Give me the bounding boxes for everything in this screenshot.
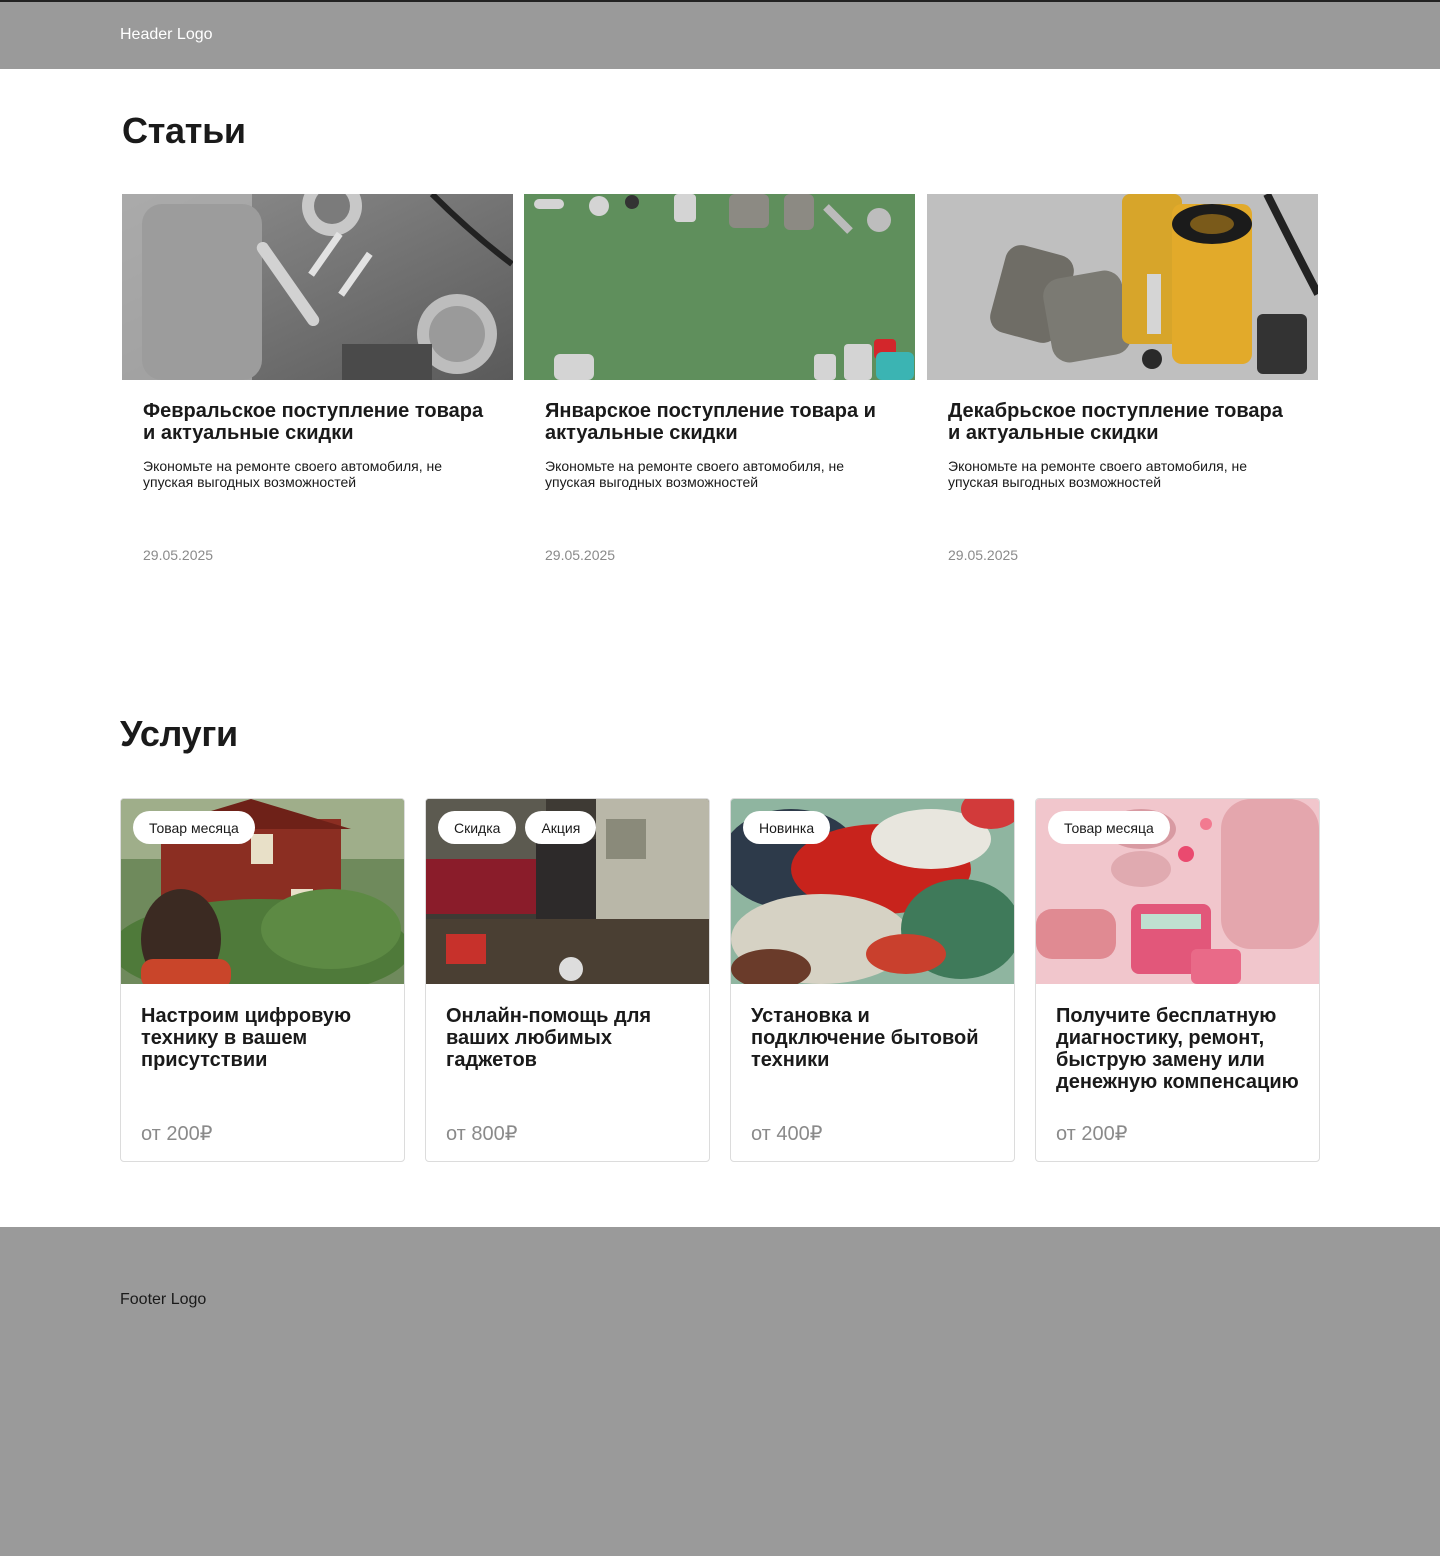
service-tags: Товар месяца [133, 811, 255, 844]
service-tag: Скидка [438, 811, 517, 844]
article-card[interactable]: Январское поступление товара и актуальны… [524, 194, 915, 594]
service-title: Получите бесплатную диагностику, ремонт,… [1056, 1005, 1299, 1093]
articles-list: Февральское поступление товара и актуаль… [122, 194, 1318, 594]
article-date: 29.05.2025 [545, 547, 616, 563]
service-card[interactable]: Новинка Установка и подключение бытовой … [730, 798, 1015, 1162]
article-card[interactable]: Февральское поступление товара и актуаль… [122, 194, 513, 594]
site-header: Header Logo [0, 0, 1440, 69]
article-card[interactable]: Декабрьское поступление товара и актуаль… [927, 194, 1318, 594]
service-price: от 200₽ [141, 1123, 213, 1145]
service-card[interactable]: Товар месяца Получите бесплатную диагнос… [1035, 798, 1320, 1162]
article-image [927, 194, 1318, 380]
footer-logo[interactable]: Footer Logo [120, 1291, 206, 1309]
service-tags: Новинка [743, 811, 831, 844]
service-tag: Товар месяца [133, 811, 255, 844]
service-tag: Акция [525, 811, 597, 844]
service-title: Установка и подключение бытовой техники [751, 1005, 979, 1071]
service-tags: Товар месяца [1048, 811, 1170, 844]
header-logo[interactable]: Header Logo [120, 26, 213, 44]
article-description: Экономьте на ремонте своего автомобиля, … [545, 458, 845, 490]
service-price: от 800₽ [446, 1123, 518, 1145]
service-title: Настроим цифровую технику в вашем присут… [141, 1005, 352, 1071]
services-list: Товар месяца Настроим цифровую технику в… [120, 798, 1320, 1162]
article-title: Январское поступление товара и актуальны… [545, 400, 876, 444]
service-card[interactable]: Товар месяца Настроим цифровую технику в… [120, 798, 405, 1162]
service-tag: Товар месяца [1048, 811, 1170, 844]
article-description: Экономьте на ремонте своего автомобиля, … [143, 458, 443, 490]
site-footer: Footer Logo [0, 1227, 1440, 1556]
article-date: 29.05.2025 [143, 547, 214, 563]
article-description: Экономьте на ремонте своего автомобиля, … [948, 458, 1248, 490]
service-price: от 400₽ [751, 1123, 823, 1145]
article-title: Декабрьское поступление товара и актуаль… [948, 400, 1283, 444]
service-price: от 200₽ [1056, 1123, 1128, 1145]
article-image [122, 194, 513, 380]
service-tag: Новинка [743, 811, 831, 844]
service-title: Онлайн-помощь для ваших любимых гаджетов [446, 1005, 652, 1071]
article-date: 29.05.2025 [948, 547, 1019, 563]
articles-section-title: Статьи [122, 110, 246, 151]
services-section-title: Услуги [120, 713, 238, 754]
article-image [524, 194, 915, 380]
article-title: Февральское поступление товара и актуаль… [143, 400, 484, 444]
service-card[interactable]: Скидка Акция Онлайн-помощь для ваших люб… [425, 798, 710, 1162]
service-tags: Скидка Акция [438, 811, 597, 844]
